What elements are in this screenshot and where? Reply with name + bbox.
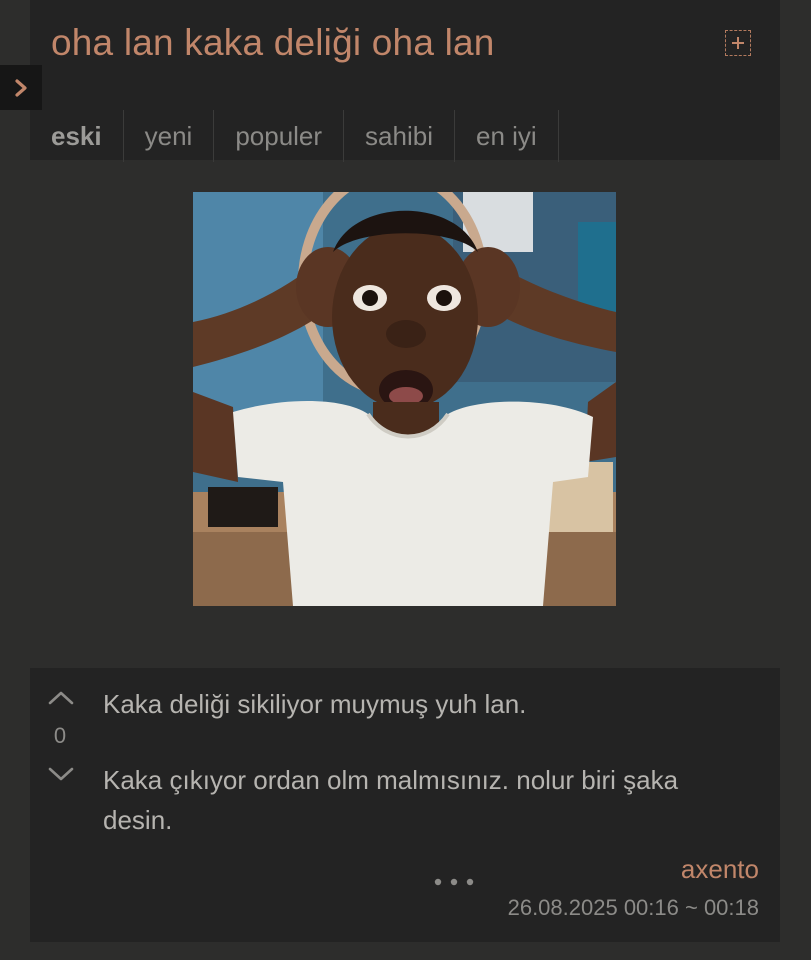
- sidebar-toggle-button[interactable]: [0, 65, 42, 110]
- author-link[interactable]: axento: [681, 854, 759, 885]
- tab-sahibi[interactable]: sahibi: [344, 110, 455, 162]
- entry-paragraph: Kaka deliği sikiliyor muymuş yuh lan.: [103, 689, 527, 719]
- vote-count: 0: [53, 723, 67, 748]
- entry-paragraph: Kaka çıkıyor ordan olm malmısınız. nolur…: [103, 765, 679, 835]
- chevron-up-icon: [48, 691, 74, 705]
- chevron-down-icon: [48, 767, 74, 781]
- plus-box-icon: [732, 37, 744, 49]
- more-dots-icon: [434, 878, 474, 886]
- more-options-button[interactable]: [430, 872, 478, 892]
- chevron-right-icon: [15, 79, 27, 97]
- shocked-man-photo[interactable]: [193, 192, 616, 606]
- entry-card: 0 Kaka deliği sikiliyor muymuş yuh lan. …: [30, 668, 780, 942]
- upvote-button[interactable]: [47, 688, 75, 708]
- sort-tabs: eski yeni populer sahibi en iyi: [30, 110, 559, 162]
- topic-title[interactable]: oha lan kaka deliği oha lan: [51, 22, 495, 64]
- follow-topic-button[interactable]: [725, 30, 751, 56]
- topic-header: oha lan kaka deliği oha lan eski yeni po…: [30, 0, 780, 162]
- tab-eski[interactable]: eski: [30, 110, 124, 162]
- entry-date-link[interactable]: 26.08.2025 00:16 ~ 00:18: [508, 895, 759, 921]
- tab-yeni[interactable]: yeni: [124, 110, 215, 162]
- entry-content: Kaka deliği sikiliyor muymuş yuh lan. Ka…: [103, 684, 753, 840]
- downvote-button[interactable]: [47, 764, 75, 784]
- tab-populer[interactable]: populer: [214, 110, 345, 162]
- tab-en-iyi[interactable]: en iyi: [455, 110, 559, 162]
- topic-page: oha lan kaka deliği oha lan eski yeni po…: [0, 0, 811, 960]
